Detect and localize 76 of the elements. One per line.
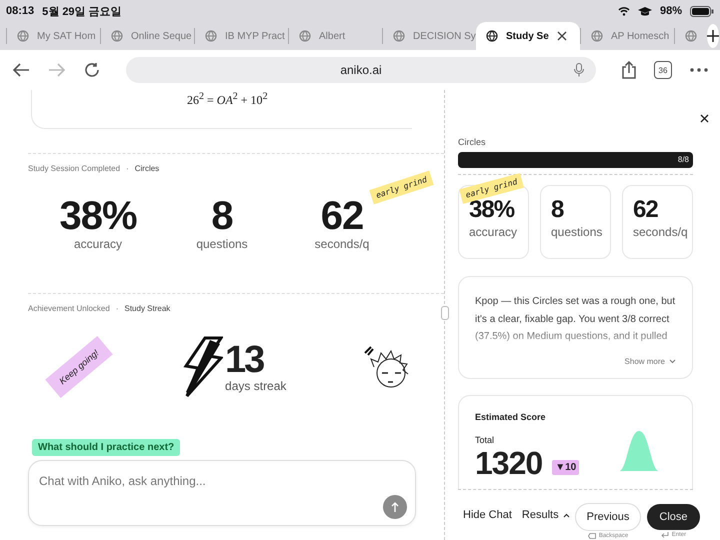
backspace-icon <box>588 533 596 539</box>
suggestion-chip[interactable]: What should I practice next? <box>32 439 180 456</box>
graduation-cap-icon <box>638 6 652 16</box>
section-topic: Study Streak <box>124 304 170 313</box>
score-value: 1320 <box>475 445 542 482</box>
share-icon[interactable] <box>622 61 636 79</box>
close-icon[interactable] <box>700 114 709 123</box>
stat-value: 8 <box>211 196 233 236</box>
stat-value: 8 <box>551 198 564 222</box>
enter-icon <box>660 532 669 538</box>
new-tab-button[interactable] <box>707 24 719 48</box>
streak-label: days streak <box>225 379 286 393</box>
stat-label: accuracy <box>469 225 518 239</box>
browser-tab[interactable]: IB MYP Pract <box>194 28 288 44</box>
status-time: 08:13 <box>6 5 34 17</box>
arrow-up-icon <box>391 502 399 512</box>
section-label: Achievement Unlocked <box>28 304 110 313</box>
stat-value: 62 <box>633 198 658 222</box>
lightning-bolt-drawing <box>183 336 224 398</box>
hide-chat-button[interactable]: Hide Chat <box>458 505 517 525</box>
globe-icon <box>685 30 697 42</box>
browser-tab[interactable]: Online Seque <box>100 28 194 44</box>
panel-topic: Circles <box>458 137 487 147</box>
address-bar[interactable]: aniko.ai <box>126 57 596 83</box>
browser-tab[interactable]: My SAT Hom <box>6 28 100 44</box>
stat-label: seconds/q <box>314 237 370 251</box>
show-more-button[interactable]: Show more <box>624 357 676 366</box>
score-change-badge: ▼10 <box>552 460 580 475</box>
globe-icon <box>17 30 29 42</box>
chat-field[interactable]: Chat with Aniko, ask anything... <box>28 460 416 526</box>
url-text: aniko.ai <box>340 63 382 77</box>
reload-icon[interactable] <box>84 62 100 78</box>
plus-icon <box>707 30 719 42</box>
previous-button[interactable]: Previous <box>574 503 642 531</box>
resize-handle[interactable] <box>441 306 449 320</box>
score-total-label: Total <box>475 435 496 445</box>
stat-label: questions <box>196 237 248 251</box>
close-button[interactable]: Close <box>647 504 700 530</box>
tab-count-button[interactable]: 36 <box>654 61 672 79</box>
battery-level: 98% <box>660 5 682 17</box>
chat-input[interactable]: Chat with Aniko, ask anything... <box>29 461 415 501</box>
send-button[interactable] <box>383 495 407 519</box>
stat-value: 38% <box>59 196 137 236</box>
stat-value: 62 <box>320 196 364 236</box>
close-icon[interactable] <box>556 31 567 41</box>
score-title: Estimated Score <box>475 412 547 422</box>
bell-curve-drawing <box>619 431 659 471</box>
globe-icon <box>205 30 217 42</box>
chevron-up-icon <box>562 512 570 518</box>
stat-label: questions <box>551 225 602 239</box>
globe-icon <box>591 30 603 42</box>
globe-icon <box>486 30 498 42</box>
progress-reading: 8/8 <box>678 155 689 164</box>
stat-label: accuracy <box>74 237 122 251</box>
back-arrow-icon[interactable] <box>12 63 30 77</box>
section-label: Study Session Completed <box>28 164 120 173</box>
separator-dot: · <box>116 304 118 313</box>
microphone-icon[interactable] <box>574 63 584 77</box>
separator-dot: · <box>126 164 129 173</box>
more-icon[interactable] <box>690 68 708 72</box>
chevron-down-icon <box>669 359 676 364</box>
globe-icon <box>299 30 311 42</box>
streak-count: 13 <box>225 341 265 379</box>
section-topic: Circles <box>134 164 160 173</box>
globe-icon <box>393 30 405 42</box>
battery-icon <box>690 6 714 16</box>
equation-text: 26$^{2}$ = OA$^{2}$ + 10$^{2}$ <box>187 91 268 108</box>
globe-icon <box>111 30 123 42</box>
status-date: 5월 29일 금요일 <box>42 4 122 18</box>
browser-tab[interactable]: Albert <box>288 28 382 44</box>
summary-text: Kpop — this Circles set was a rough one, but it's a clear, fixable gap. You went 3/8 correct (37.5%) on Medium questions, and it pulled <box>475 295 676 344</box>
results-button[interactable]: Results <box>516 505 575 525</box>
browser-tab[interactable]: AP Homesch <box>580 28 674 44</box>
stat-label: seconds/q <box>633 225 688 239</box>
browser-tab[interactable]: Study Se <box>476 22 580 50</box>
wifi-icon <box>618 6 630 16</box>
